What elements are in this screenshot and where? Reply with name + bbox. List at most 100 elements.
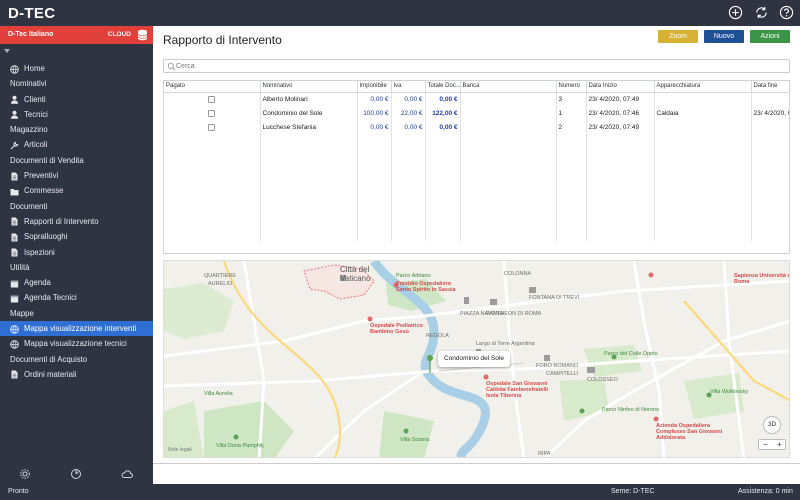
document-icon [11, 248, 18, 257]
legal-notes-link[interactable]: Note legali [168, 447, 192, 453]
column-header[interactable]: Pagato [164, 81, 261, 93]
actions-button[interactable]: Azioni [750, 30, 790, 43]
globe-icon [10, 64, 19, 74]
map-label: Ospedale San Giovanni Calibita Fatebenef… [486, 381, 549, 399]
paid-checkbox[interactable] [208, 95, 216, 103]
cell-numero: 2 [556, 120, 587, 134]
map-callout[interactable]: Condominio del Sole [438, 351, 510, 367]
column-header[interactable]: Apparecchiatura [654, 81, 752, 93]
column-header[interactable]: Nominativo [260, 81, 358, 93]
paid-cell [164, 92, 261, 106]
status-bar: Pronto Seme: D-TEC Assistenza: 0 min [0, 484, 800, 500]
sidebar-item-home[interactable]: Home [0, 61, 153, 76]
company-banner[interactable]: D-Tec Italiano CLOUD [0, 26, 153, 44]
table-header: Pagato Nominativo Imponibile Iva Totale Doc.… [164, 81, 789, 93]
sidebar-item-label: Mappa visualizzazione tecnici [24, 339, 127, 349]
map-label: QUARTIERE [204, 273, 236, 279]
paid-cell [164, 120, 261, 134]
search-input[interactable] [176, 61, 776, 72]
calendar-icon [10, 280, 19, 288]
zoom-button[interactable]: Zoom [658, 30, 698, 43]
search-bar[interactable] [163, 59, 790, 73]
collapse-triangle-icon[interactable] [4, 49, 10, 53]
zoom-in-button[interactable]: + [773, 440, 786, 449]
cell-apparecchiatura [654, 120, 752, 134]
cell-imponibile: 0,00 € [357, 92, 392, 106]
map-label: Presidio Ospedaliero Santo Spirito in Sa… [396, 281, 456, 293]
cell-iva: 22,00 € [391, 106, 426, 120]
person-icon [10, 95, 19, 104]
map-label: FORO ROMANO [536, 363, 579, 369]
gear-icon[interactable] [19, 468, 31, 480]
zoom-out-button[interactable]: − [759, 440, 772, 449]
help-icon[interactable] [779, 5, 794, 20]
cell-numero: 3 [556, 92, 587, 106]
sidebar-item-tecnici[interactable]: Tecnici [0, 107, 153, 122]
column-header[interactable]: Iva [391, 81, 426, 93]
map-label: Vaticano [340, 274, 371, 283]
main-panel: Rapporto di Intervento Zoom Nuovo Azioni… [153, 26, 800, 464]
refresh-icon[interactable] [754, 5, 769, 20]
3d-toggle-button[interactable]: 3D [763, 416, 781, 434]
column-header[interactable]: Data Inizio [586, 81, 655, 93]
cloud-badge: CLOUD [107, 31, 131, 38]
cell-totale: 122,00 € [425, 106, 461, 120]
sidebar-section-label: Mappe [10, 308, 34, 318]
map-label: Azienda Ospedaliera Complesso San Giovan… [656, 423, 723, 441]
sidebar-item-ispezioni[interactable]: Ispezioni [0, 245, 153, 260]
sidebar-item-mappa-visualizzazione-tecnici[interactable]: Mappa visualizzazione tecnici [0, 336, 153, 351]
column-header[interactable]: Numero [556, 81, 587, 93]
column-header[interactable]: Imponibile [357, 81, 392, 93]
sidebar-item-ordini-materiali[interactable]: Ordini materiali [0, 367, 153, 382]
sidebar-section-label: Utilità [10, 262, 30, 272]
sidebar-item-label: Preventivi [24, 171, 59, 181]
sidebar-section-documenti-di-vendita: Documenti di Vendita [0, 153, 153, 168]
sidebar-item-rapporti-di-intervento[interactable]: Rapporti di Intervento [0, 214, 153, 229]
cloud-icon[interactable] [121, 468, 133, 480]
document-icon [11, 370, 18, 379]
map-label: Sapienza Università di Roma [734, 273, 790, 285]
table-row[interactable]: Condominio del Sole 100,00 €22,00 €122,00… [164, 106, 789, 120]
column-header[interactable]: Data fine [751, 81, 789, 93]
map-label: Parco del Colle Oppio [604, 351, 658, 357]
sidebar-item-label: Ispezioni [24, 247, 55, 257]
sidebar-item-agenda[interactable]: Agenda [0, 275, 153, 290]
map-view[interactable]: Città del Vaticano QUARTIERE AURELIO Presidi… [163, 260, 790, 458]
sidebar-section-label: Documenti di Vendita [10, 155, 84, 165]
map-zoom-control: − + [758, 439, 786, 450]
column-header[interactable]: Banca [460, 81, 557, 93]
sidebar-item-clienti[interactable]: Clienti [0, 92, 153, 107]
folder-icon [10, 188, 19, 196]
dashboard-icon[interactable] [70, 468, 82, 480]
search-icon [167, 62, 176, 71]
cell-banca [460, 106, 557, 120]
cell-data-inizio: 23/ 4/2020, 07:46 [586, 106, 655, 120]
sidebar-item-agenda-tecnici[interactable]: Agenda Tecnici [0, 290, 153, 305]
sidebar-item-articoli[interactable]: Articoli [0, 137, 153, 152]
sidebar-section-nominativi: Nominativi [0, 76, 153, 91]
table-row[interactable]: Alberto Molinari 0,00 €0,00 €0,00 €3 23/ 4… [164, 92, 789, 106]
sidebar-item-sopralluoghi[interactable]: Sopralluoghi [0, 229, 153, 244]
paid-checkbox[interactable] [208, 123, 216, 131]
map-label: Villa Aurelia [204, 391, 233, 397]
paid-checkbox[interactable] [208, 109, 216, 117]
globe-icon [10, 324, 19, 334]
sidebar-item-mappa-visualizzazione-interventi[interactable]: Mappa visualizzazione interventi [0, 321, 153, 337]
cell-nominativo: Lucchese Stefania [260, 120, 358, 134]
column-header[interactable]: Totale Doc... [425, 81, 461, 93]
app-title: D-TEC [8, 5, 56, 22]
sidebar-item-label: Tecnici [24, 109, 48, 119]
sidebar-item-preventivi[interactable]: Preventivi [0, 168, 153, 183]
map-label: Villa Sciarra [400, 437, 430, 443]
table-empty-area [164, 134, 789, 241]
map-label: Parco Adriano [396, 273, 431, 279]
cell-banca [460, 120, 557, 134]
table-row[interactable]: Lucchese Stefania 0,00 €0,00 €0,00 €2 23/ … [164, 120, 789, 134]
interventions-table: Pagato Nominativo Imponibile Iva Totale Doc.… [163, 80, 790, 254]
map-label: Villa Wolkonsky [710, 389, 749, 395]
new-button[interactable]: Nuovo [704, 30, 744, 43]
sidebar-item-label: Commesse [24, 186, 64, 196]
sidebar-item-commesse[interactable]: Commesse [0, 183, 153, 198]
plus-circle-icon[interactable] [728, 5, 743, 20]
status-left: Pronto [8, 488, 29, 495]
